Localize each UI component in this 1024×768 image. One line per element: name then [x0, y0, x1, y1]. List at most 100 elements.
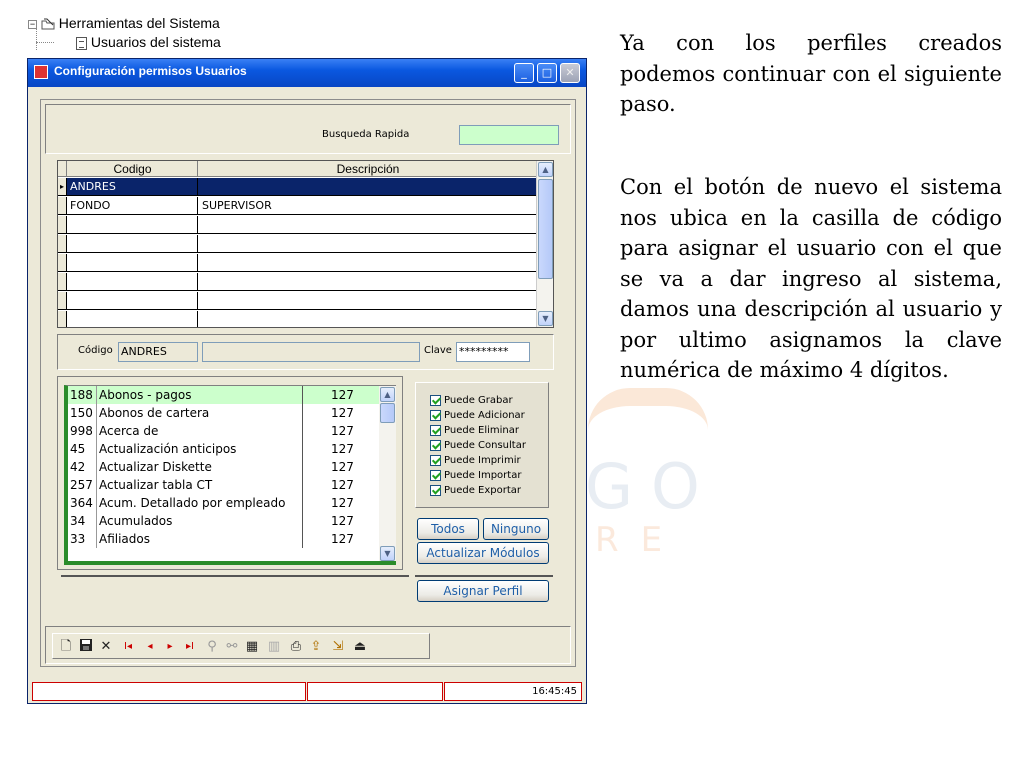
- row-indicator: ▸: [58, 178, 67, 195]
- scroll-thumb[interactable]: [380, 403, 395, 423]
- list-item[interactable]: 42 Actualizar Diskette 127: [68, 458, 382, 476]
- next-record-icon[interactable]: ▸: [161, 638, 179, 656]
- module-id: 42: [70, 460, 86, 474]
- permission-checkbox[interactable]: Puede Imprimir: [430, 455, 521, 470]
- find-icon[interactable]: ⚲: [203, 638, 221, 656]
- table-row[interactable]: [58, 292, 537, 310]
- previous-record-icon[interactable]: ◂: [141, 638, 159, 656]
- tree-node-usuarios[interactable]: Usuarios del sistema: [76, 33, 221, 51]
- folder-icon: [41, 18, 55, 30]
- permission-checkbox[interactable]: Puede Grabar: [430, 395, 513, 410]
- list-item[interactable]: 34 Acumulados 127: [68, 512, 382, 530]
- asignar-perfil-button[interactable]: Asignar Perfil: [417, 580, 549, 602]
- cell-codigo[interactable]: [68, 273, 198, 290]
- grid-scrollbar[interactable]: ▲ ▼: [536, 161, 553, 327]
- column-header-codigo[interactable]: Codigo: [68, 161, 198, 177]
- exit-icon[interactable]: ⏏: [351, 638, 369, 656]
- status-cell-1: [32, 682, 306, 701]
- checkbox-checked-icon[interactable]: [430, 425, 441, 436]
- cell-codigo[interactable]: [68, 254, 198, 271]
- table-row[interactable]: [58, 273, 537, 291]
- permission-checkbox[interactable]: Puede Exportar: [430, 485, 521, 500]
- first-record-icon[interactable]: I◂: [119, 638, 137, 656]
- minimize-button[interactable]: _: [514, 63, 534, 83]
- cell-descripcion[interactable]: [199, 311, 537, 327]
- permission-label: Puede Eliminar: [444, 425, 519, 436]
- module-value: 127: [302, 440, 382, 458]
- cell-descripcion[interactable]: [199, 273, 537, 290]
- scroll-down-icon[interactable]: ▼: [538, 311, 553, 326]
- permission-checkbox[interactable]: Puede Importar: [430, 470, 521, 485]
- search-input[interactable]: [459, 125, 559, 145]
- link-icon[interactable]: ⚯: [223, 638, 241, 656]
- scroll-up-icon[interactable]: ▲: [380, 387, 395, 402]
- codigo-field[interactable]: ANDRES: [118, 342, 198, 362]
- permission-checkbox[interactable]: Puede Eliminar: [430, 425, 519, 440]
- checkbox-checked-icon[interactable]: [430, 440, 441, 451]
- chart-icon[interactable]: ▥: [265, 638, 283, 656]
- module-value: 127: [302, 404, 382, 422]
- last-record-icon[interactable]: ▸I: [181, 638, 199, 656]
- list-item[interactable]: 257 Actualizar tabla CT 127: [68, 476, 382, 494]
- tree-node-herramientas[interactable]: − Herramientas del Sistema: [28, 14, 220, 32]
- ninguno-button[interactable]: Ninguno: [483, 518, 549, 540]
- maximize-button[interactable]: □: [537, 63, 557, 83]
- table-row[interactable]: [58, 254, 537, 272]
- module-name: Acerca de: [96, 422, 302, 440]
- scroll-up-icon[interactable]: ▲: [538, 162, 553, 177]
- cell-codigo[interactable]: FONDO: [68, 197, 198, 214]
- checkbox-checked-icon[interactable]: [430, 395, 441, 406]
- list-item[interactable]: 45 Actualización anticipos 127: [68, 440, 382, 458]
- module-id: 34: [70, 514, 86, 528]
- delete-icon[interactable]: ✕: [97, 638, 115, 656]
- list-item[interactable]: 150 Abonos de cartera 127: [68, 404, 382, 422]
- cell-codigo[interactable]: [68, 235, 198, 252]
- table-row[interactable]: [58, 311, 537, 327]
- cell-descripcion[interactable]: [199, 292, 537, 309]
- scroll-down-icon[interactable]: ▼: [380, 546, 395, 561]
- save-icon[interactable]: [77, 638, 95, 656]
- cell-descripcion[interactable]: [199, 216, 537, 233]
- tree-connector: [36, 28, 37, 50]
- export-file-icon[interactable]: ⇲: [329, 638, 347, 656]
- table-row[interactable]: FONDO SUPERVISOR: [58, 197, 537, 215]
- table-row[interactable]: ▸ ANDRES: [58, 178, 537, 196]
- checkbox-checked-icon[interactable]: [430, 410, 441, 421]
- cell-descripcion[interactable]: SUPERVISOR: [199, 197, 537, 214]
- clave-field[interactable]: *********: [456, 342, 530, 362]
- scroll-thumb[interactable]: [538, 179, 553, 279]
- cell-descripcion[interactable]: [199, 254, 537, 271]
- table-row[interactable]: [58, 216, 537, 234]
- close-button[interactable]: ✕: [560, 63, 580, 83]
- cell-descripcion[interactable]: [199, 178, 537, 195]
- column-header-descripcion[interactable]: Descripción: [199, 161, 537, 177]
- print-icon[interactable]: ⎙: [287, 638, 305, 656]
- table-row[interactable]: [58, 235, 537, 253]
- list-item[interactable]: 33 Afiliados 127: [68, 530, 382, 548]
- cell-descripcion[interactable]: [199, 235, 537, 252]
- actualizar-modulos-button[interactable]: Actualizar Módulos: [417, 542, 549, 564]
- grid-icon[interactable]: ▦: [243, 638, 261, 656]
- permission-checkbox[interactable]: Puede Consultar: [430, 440, 526, 455]
- list-item[interactable]: 188 Abonos - pagos 127: [68, 386, 382, 404]
- modules-scrollbar[interactable]: ▲ ▼: [379, 386, 396, 561]
- codigo-label: Código: [78, 345, 113, 356]
- cell-codigo[interactable]: [68, 292, 198, 309]
- permission-label: Puede Imprimir: [444, 455, 521, 466]
- new-icon[interactable]: 🗋: [57, 638, 75, 656]
- export-icon[interactable]: ⇪: [307, 638, 325, 656]
- checkbox-checked-icon[interactable]: [430, 470, 441, 481]
- watermark-swoosh: [588, 388, 708, 430]
- checkbox-checked-icon[interactable]: [430, 455, 441, 466]
- permission-checkbox[interactable]: Puede Adicionar: [430, 410, 525, 425]
- window-titlebar[interactable]: Configuración permisos Usuarios _ □ ✕: [28, 59, 586, 87]
- cell-codigo[interactable]: ANDRES: [68, 178, 198, 195]
- cell-codigo[interactable]: [68, 216, 198, 233]
- cell-codigo[interactable]: [68, 311, 198, 327]
- tree-connector: [36, 42, 54, 43]
- todos-button[interactable]: Todos: [417, 518, 479, 540]
- list-item[interactable]: 998 Acerca de 127: [68, 422, 382, 440]
- list-item[interactable]: 364 Acum. Detallado por empleado 127: [68, 494, 382, 512]
- descripcion-field[interactable]: [202, 342, 420, 362]
- checkbox-checked-icon[interactable]: [430, 485, 441, 496]
